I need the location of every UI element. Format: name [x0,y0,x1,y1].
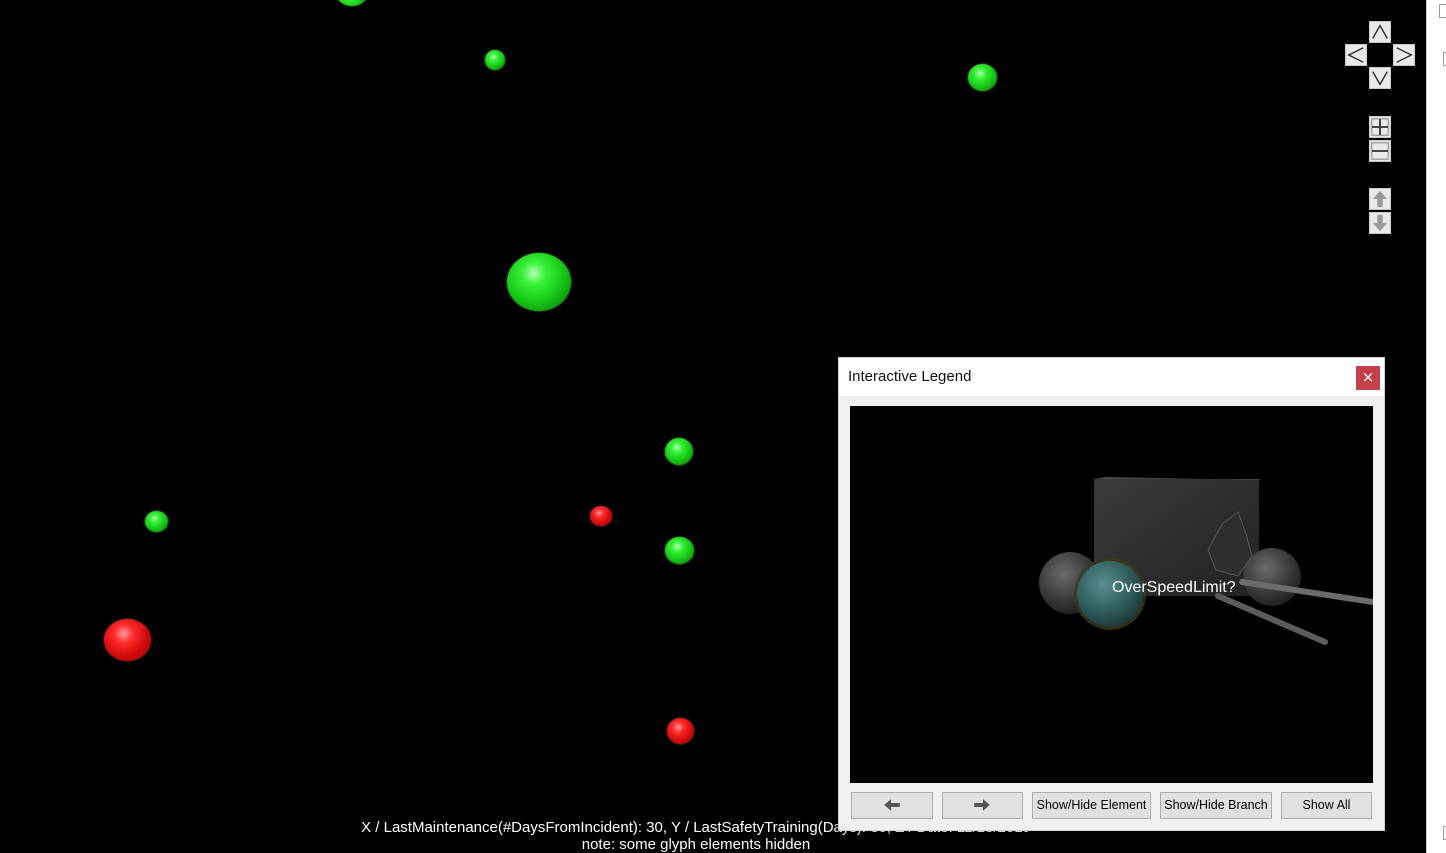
pan-down-icon[interactable] [1369,67,1391,89]
strip-marker [1439,4,1446,18]
green-sphere-glyph[interactable] [665,537,694,564]
red-sphere-glyph[interactable] [104,619,151,661]
move-up-icon[interactable] [1369,188,1391,210]
arrow-left-icon [884,799,900,811]
green-sphere-glyph[interactable] [145,511,168,532]
show-hide-element-button[interactable]: Show/Hide Element [1032,792,1151,819]
legend-titlebar[interactable]: Interactive Legend × [839,358,1384,396]
green-sphere-glyph[interactable] [334,0,370,6]
show-all-button[interactable]: Show All [1281,792,1372,819]
zoom-in-icon[interactable] [1369,116,1391,138]
hidden-elements-note: note: some glyph elements hidden [581,836,811,853]
zoom-out-icon[interactable] [1369,140,1391,162]
window-edge-strip [1426,0,1446,853]
legend-title: Interactive Legend [848,368,972,385]
red-sphere-glyph[interactable] [590,506,612,526]
close-icon[interactable]: × [1356,366,1380,390]
green-sphere-glyph[interactable] [968,64,997,91]
legend-glyph-label: OverSpeedLimit? [1112,579,1236,596]
green-sphere-glyph[interactable] [507,253,571,311]
interactive-legend-window: Interactive Legend × OverSpeedLimit? Sho… [838,357,1385,831]
move-down-icon[interactable] [1369,212,1391,234]
back-button[interactable] [851,792,933,819]
red-sphere-glyph[interactable] [667,718,694,744]
pan-right-icon[interactable] [1393,44,1415,66]
green-sphere-glyph[interactable] [665,438,693,465]
forward-button[interactable] [942,792,1023,819]
pan-up-icon[interactable] [1369,21,1391,43]
arrow-right-icon [974,799,990,811]
pan-left-icon[interactable] [1345,44,1367,66]
show-hide-branch-button[interactable]: Show/Hide Branch [1160,792,1272,819]
legend-3d-view[interactable]: OverSpeedLimit? [850,406,1373,783]
green-sphere-glyph[interactable] [485,50,505,70]
